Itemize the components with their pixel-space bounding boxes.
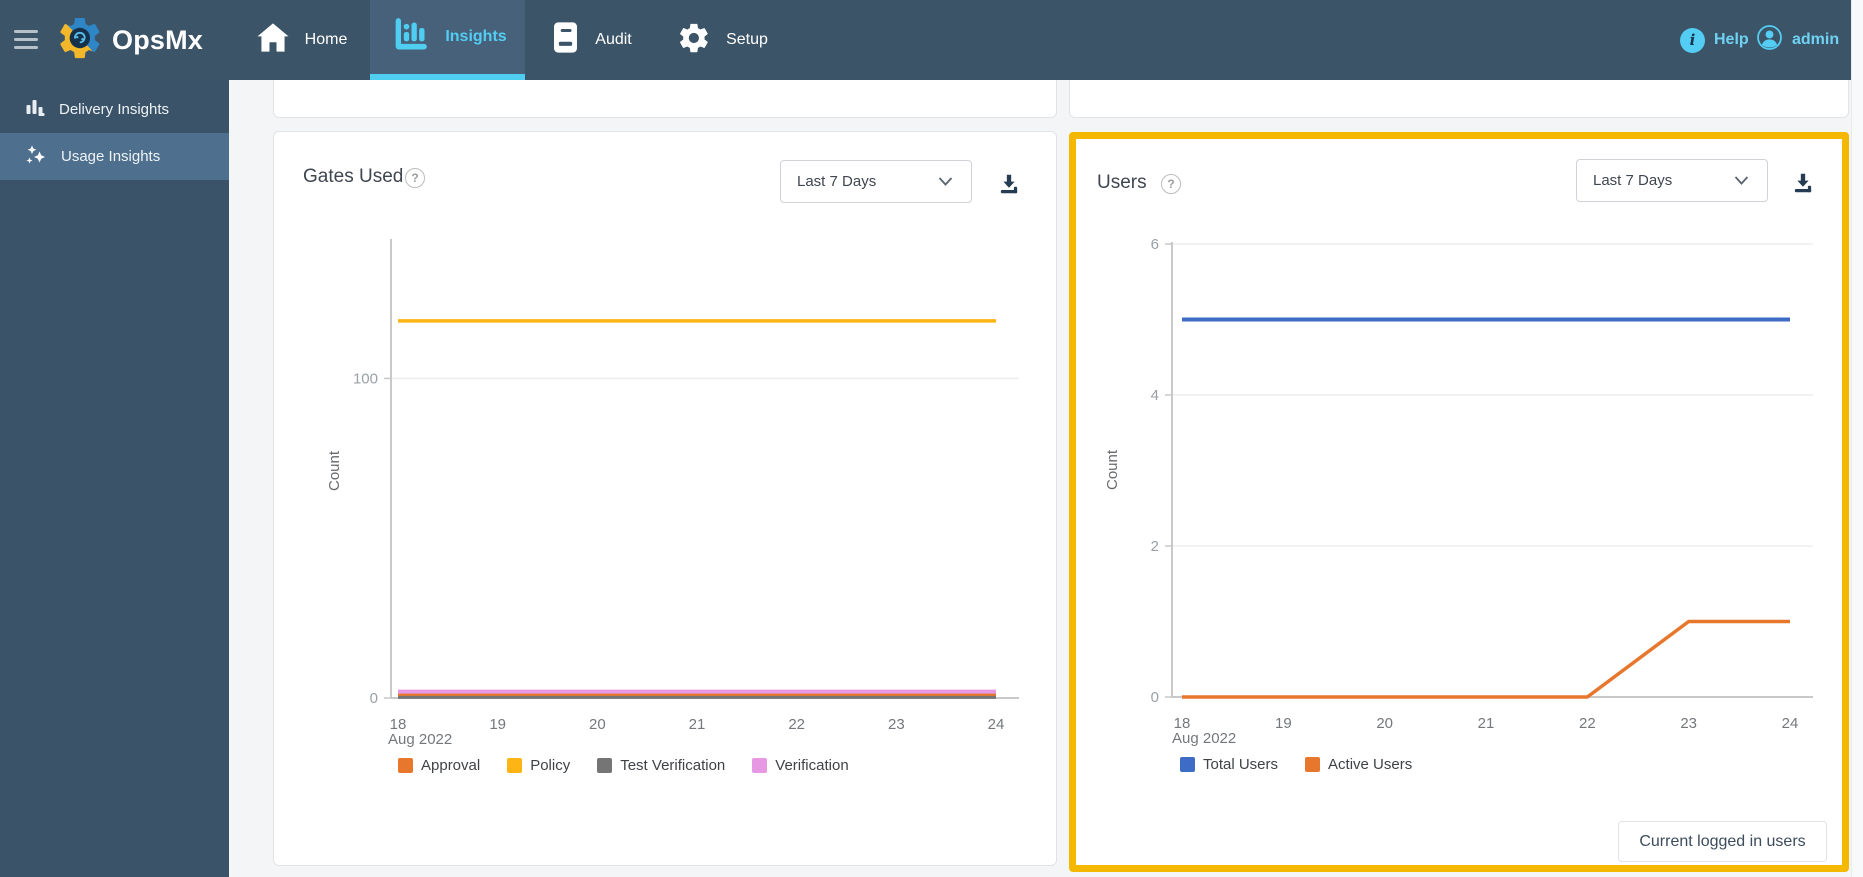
bar-chart-icon [388,15,430,60]
users-range-select[interactable]: Last 7 Days [1576,159,1768,202]
help-label: Help [1714,31,1749,48]
download-icon[interactable] [996,171,1022,197]
svg-text:18: 18 [1174,715,1191,732]
nav-item-label: Audit [595,31,632,48]
gates-used-panel: Gates Used ? Last 7 Days Count Aug 2022 … [273,131,1057,866]
svg-text:23: 23 [1680,715,1697,732]
range-select-value: Last 7 Days [797,173,877,190]
nav-item-label: Setup [726,31,768,48]
nav-item-label: Home [304,31,348,48]
download-icon[interactable] [1790,170,1816,196]
svg-text:100: 100 [353,370,378,387]
sidebar-item-delivery-insights[interactable]: Delivery Insights [0,86,229,133]
audit-book-icon [551,20,580,60]
svg-text:0: 0 [370,690,378,707]
svg-text:19: 19 [489,716,506,733]
gates-range-select[interactable]: Last 7 Days [780,160,972,203]
svg-text:20: 20 [589,716,606,733]
chart-plot: 0 100 18 19 20 21 22 23 24 [353,239,1019,733]
svg-text:2: 2 [1151,538,1159,555]
opsmx-logo-icon [56,14,104,67]
svg-text:0: 0 [1151,689,1159,706]
user-avatar-icon [1756,24,1783,56]
home-icon [256,22,290,58]
sidebar-item-usage-insights[interactable]: Usage Insights [0,133,229,180]
svg-text:24: 24 [1782,715,1799,732]
help-button[interactable]: i Help [1680,0,1749,80]
current-logged-in-users-button[interactable]: Current logged in users [1618,821,1827,862]
svg-text:21: 21 [1478,715,1495,732]
svg-text:21: 21 [689,716,706,733]
users-panel-highlight: Users ? Last 7 Days Count Aug 2022 Total… [1069,132,1849,872]
svg-text:23: 23 [888,716,905,733]
scrollbar-track[interactable] [1851,0,1863,877]
user-label: admin [1792,31,1840,48]
usage-sparkle-icon [24,142,48,171]
nav-item-audit[interactable]: Audit [525,0,678,80]
range-select-value: Last 7 Days [1593,172,1673,189]
chevron-down-icon [1734,172,1749,190]
nav-item-setup[interactable]: Setup [678,0,803,80]
gear-icon [677,21,711,60]
svg-text:22: 22 [1579,715,1596,732]
top-nav: OpsMx Home Insights Audit Setup i Help a… [0,0,1851,80]
user-menu[interactable]: admin [1756,0,1839,80]
svg-text:24: 24 [988,716,1005,733]
svg-text:22: 22 [788,716,805,733]
sidebar-item-label: Delivery Insights [59,101,170,118]
svg-text:6: 6 [1151,236,1159,253]
nav-item-label: Insights [445,28,507,45]
nav-item-insights[interactable]: Insights [370,0,525,80]
chart-plot: 024618 19 20 21 22 23 24 [1151,236,1813,732]
delivery-chart-icon [24,96,46,123]
gates-used-chart: Count Aug 2022 Approval Policy Test Verifi… [326,239,1028,791]
chevron-down-icon [938,173,953,191]
help-tooltip-icon[interactable]: ? [405,168,425,188]
menu-icon[interactable] [14,30,38,49]
svg-text:18: 18 [390,716,407,733]
users-chart: Count Aug 2022 Total Users Active Users 0… [1100,236,1813,790]
help-tooltip-icon[interactable]: ? [1161,174,1181,194]
svg-text:4: 4 [1151,387,1159,404]
gates-used-title: Gates Used [303,166,404,187]
brand[interactable]: OpsMx [56,14,203,67]
sidebar-item-label: Usage Insights [61,148,161,165]
sidebar: Delivery Insights Usage Insights [0,80,229,877]
info-icon: i [1680,27,1705,53]
nav-item-home[interactable]: Home [233,0,370,80]
users-panel: Users ? Last 7 Days Count Aug 2022 Total… [1076,139,1842,865]
svg-text:20: 20 [1376,715,1393,732]
users-title: Users [1097,172,1147,193]
svg-text:19: 19 [1275,715,1292,732]
brand-name: OpsMx [112,25,204,55]
